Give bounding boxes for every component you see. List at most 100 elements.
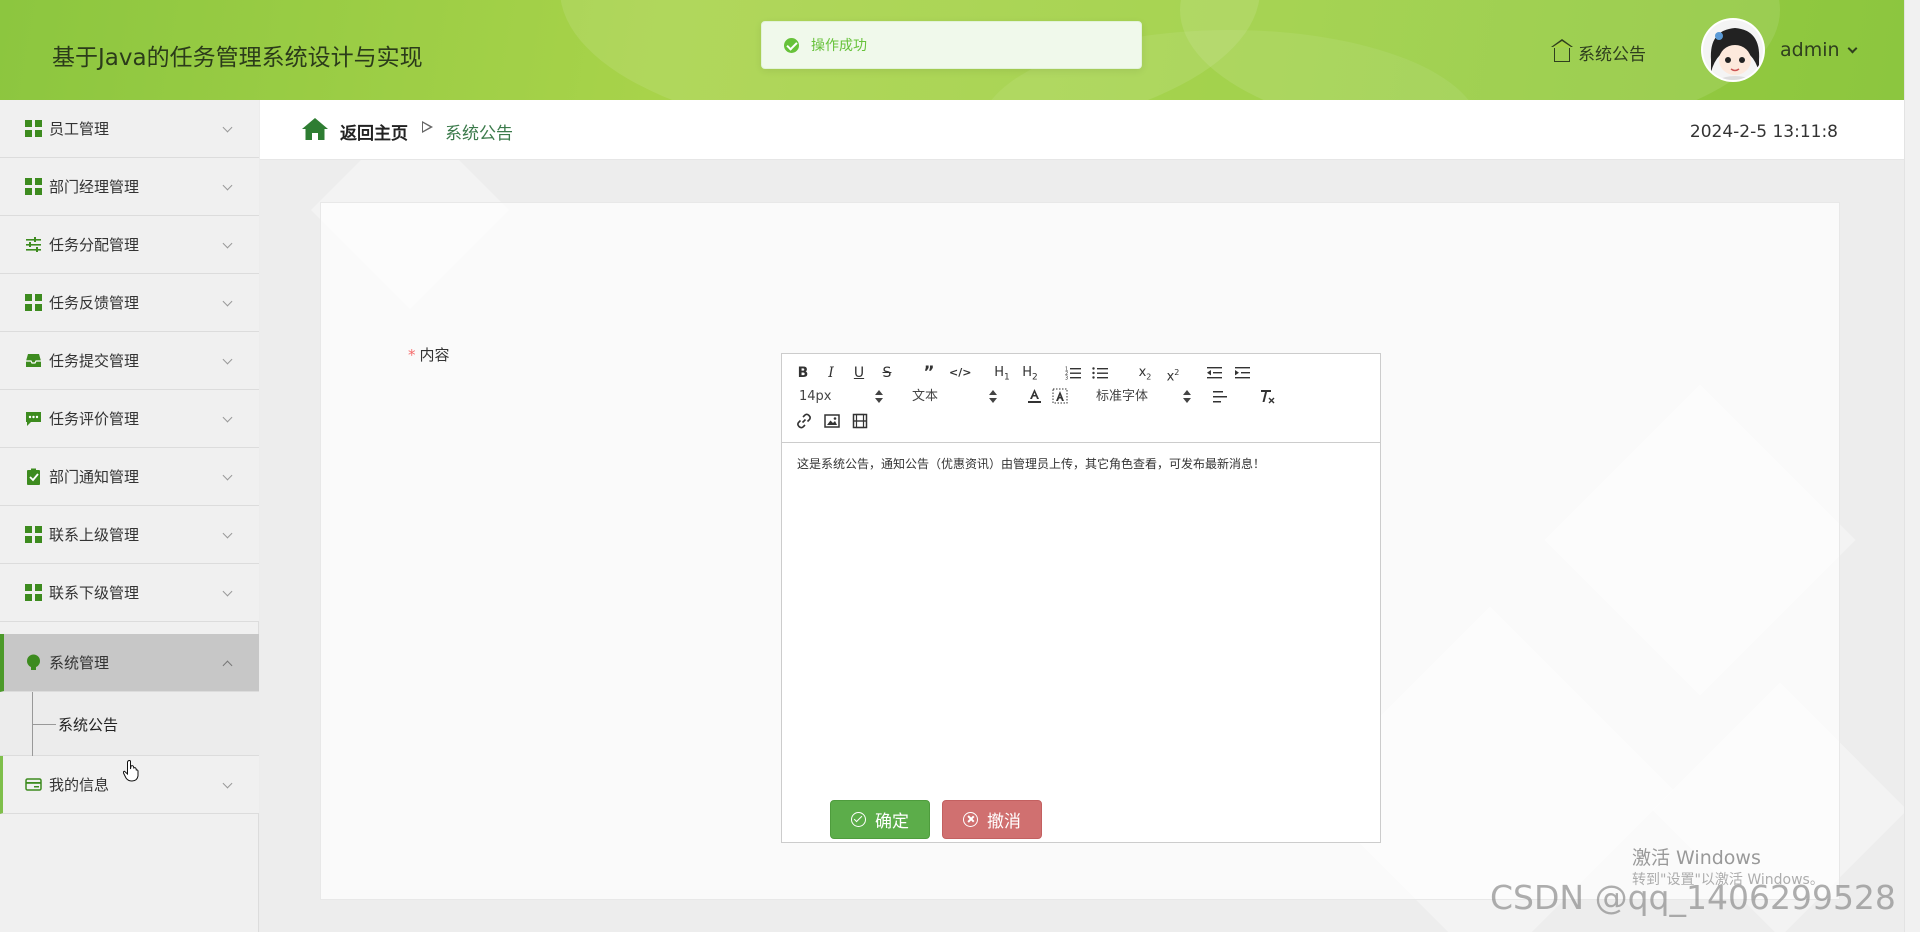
blockquote-icon[interactable]: ”	[921, 363, 937, 383]
sliders-icon	[26, 237, 41, 252]
username: admin	[1780, 39, 1840, 61]
user-menu[interactable]: admin	[1780, 39, 1857, 61]
italic-icon[interactable]: I	[824, 363, 838, 383]
font-color-icon[interactable]	[1027, 388, 1042, 405]
confirm-button[interactable]: 确定	[830, 800, 930, 839]
breadcrumb-separator-icon	[422, 121, 433, 133]
sidebar-item-task-submit[interactable]: 任务提交管理	[0, 332, 259, 390]
align-left-icon[interactable]	[1212, 390, 1228, 405]
app-title: 基于Java的任务管理系统设计与实现	[52, 45, 423, 71]
sidebar-item-task-review[interactable]: 任务评价管理	[0, 390, 259, 448]
header-notice-link[interactable]: 系统公告	[1551, 38, 1646, 65]
indent-icon[interactable]	[1234, 365, 1250, 381]
grid-icon	[25, 178, 42, 195]
sidebar-item-label: 部门经理管理	[49, 178, 140, 196]
confirm-label: 确定	[875, 812, 909, 832]
editor-content-text: 这是系统公告，通知公告（优惠资讯）由管理员上传，其它角色查看，可发布最新消息！	[797, 457, 1266, 471]
card-icon	[25, 778, 42, 791]
chat-icon	[26, 412, 41, 426]
chevron-down-icon	[222, 122, 233, 133]
block-format-value: 文本	[912, 389, 939, 404]
hand-cursor-icon	[123, 760, 139, 782]
code-block-icon[interactable]: </>	[949, 363, 971, 383]
font-size-select[interactable]: 14px	[799, 387, 883, 407]
heading1-icon[interactable]: H1	[992, 363, 1012, 383]
superscript-icon[interactable]: x2	[1164, 363, 1182, 384]
sidebar-item-label: 我的信息	[49, 776, 110, 794]
csdn-watermark: CSDN @qq_1406299528	[1490, 878, 1896, 917]
sidebar-item-label: 任务反馈管理	[49, 294, 140, 312]
toast-message: 操作成功	[811, 38, 867, 54]
chevron-down-icon	[1847, 43, 1857, 53]
font-family-value: 标准字体	[1096, 389, 1149, 404]
strikethrough-icon[interactable]: S	[880, 363, 894, 383]
sidebar-item-label: 系统管理	[49, 654, 110, 672]
content-label: * 内容	[408, 344, 450, 365]
page-scrollbar[interactable]	[1904, 0, 1920, 932]
clipboard-check-icon	[27, 468, 40, 485]
breadcrumb: 返回主页 系统公告 2024-2-5 13:11:8	[260, 100, 1904, 160]
sidebar-item-contact-subordinate[interactable]: 联系下级管理	[0, 564, 259, 622]
check-circle-icon	[851, 812, 866, 827]
bulb-icon	[27, 654, 40, 670]
sidebar-item-label: 任务评价管理	[49, 410, 140, 428]
select-arrows-icon	[1183, 390, 1191, 404]
chevron-down-icon	[222, 412, 233, 423]
sidebar-item-task-feedback[interactable]: 任务反馈管理	[0, 274, 259, 332]
font-family-select[interactable]: 标准字体	[1096, 387, 1191, 407]
header-notice-label: 系统公告	[1578, 45, 1646, 65]
font-size-value: 14px	[799, 389, 832, 404]
sidebar-item-dept-manager[interactable]: 部门经理管理	[0, 158, 259, 216]
close-circle-icon	[963, 812, 978, 827]
sidebar: 员工管理 部门经理管理 任务分配管理 任务反馈管理 任务提交管理 任务评价管理 …	[0, 100, 259, 932]
svg-text:3: 3	[1065, 376, 1068, 382]
back-home-link[interactable]: 返回主页	[340, 119, 408, 144]
sidebar-item-label: 员工管理	[49, 120, 110, 138]
video-icon[interactable]	[852, 413, 868, 429]
main-content: 返回主页 系统公告 2024-2-5 13:11:8 * 内容 B I U S ”…	[260, 100, 1904, 932]
bullet-list-icon[interactable]	[1092, 365, 1108, 381]
sidebar-item-label: 任务分配管理	[49, 236, 140, 254]
cancel-button[interactable]: 撤消	[942, 800, 1042, 839]
editor-content-area[interactable]: 这是系统公告，通知公告（优惠资讯）由管理员上传，其它角色查看，可发布最新消息！	[782, 443, 1380, 486]
home-icon[interactable]	[301, 117, 329, 141]
avatar[interactable]	[1701, 18, 1765, 82]
chevron-down-icon	[222, 180, 233, 191]
avatar-image	[1703, 20, 1763, 80]
image-icon[interactable]	[824, 413, 840, 429]
sidebar-item-contact-superior[interactable]: 联系上级管理	[0, 506, 259, 564]
sidebar-item-label: 部门通知管理	[49, 468, 140, 486]
required-mark: *	[408, 346, 416, 364]
chevron-down-icon	[222, 528, 233, 539]
content-label-text: 内容	[419, 346, 450, 364]
background-color-icon[interactable]	[1052, 388, 1068, 405]
clear-format-icon[interactable]	[1259, 388, 1276, 405]
outdent-icon[interactable]	[1206, 365, 1222, 381]
ordered-list-icon[interactable]: 123	[1065, 365, 1081, 381]
block-format-select[interactable]: 文本	[912, 387, 997, 407]
sidebar-item-label: 任务提交管理	[49, 352, 140, 370]
breadcrumb-current: 系统公告	[445, 124, 513, 144]
chevron-down-icon	[222, 586, 233, 597]
sidebar-item-dept-notice[interactable]: 部门通知管理	[0, 448, 259, 506]
submenu-system-notice[interactable]: 系统公告	[0, 692, 259, 756]
tree-line	[32, 724, 56, 725]
sidebar-item-employee[interactable]: 员工管理	[0, 100, 259, 158]
rich-text-editor: B I U S ” </> H1 H2 123 x2 x2 14px 文本 标准…	[781, 353, 1381, 843]
sidebar-item-system[interactable]: 系统管理	[0, 634, 259, 692]
chevron-down-icon	[222, 470, 233, 481]
sidebar-item-task-assign[interactable]: 任务分配管理	[0, 216, 259, 274]
grid-icon	[25, 120, 42, 137]
subscript-icon[interactable]: x2	[1136, 363, 1154, 383]
underline-icon[interactable]: U	[852, 363, 866, 383]
link-icon[interactable]	[796, 413, 812, 429]
chevron-up-icon	[222, 660, 233, 671]
select-arrows-icon	[875, 390, 883, 404]
editor-toolbar: B I U S ” </> H1 H2 123 x2 x2 14px 文本 标准…	[782, 354, 1380, 443]
grid-icon	[25, 294, 42, 311]
top-header: 基于Java的任务管理系统设计与实现 操作成功 系统公告 admin	[0, 0, 1904, 100]
bold-icon[interactable]: B	[796, 363, 810, 383]
heading2-icon[interactable]: H2	[1020, 363, 1040, 383]
inbox-icon	[26, 354, 41, 367]
grid-icon	[25, 584, 42, 601]
